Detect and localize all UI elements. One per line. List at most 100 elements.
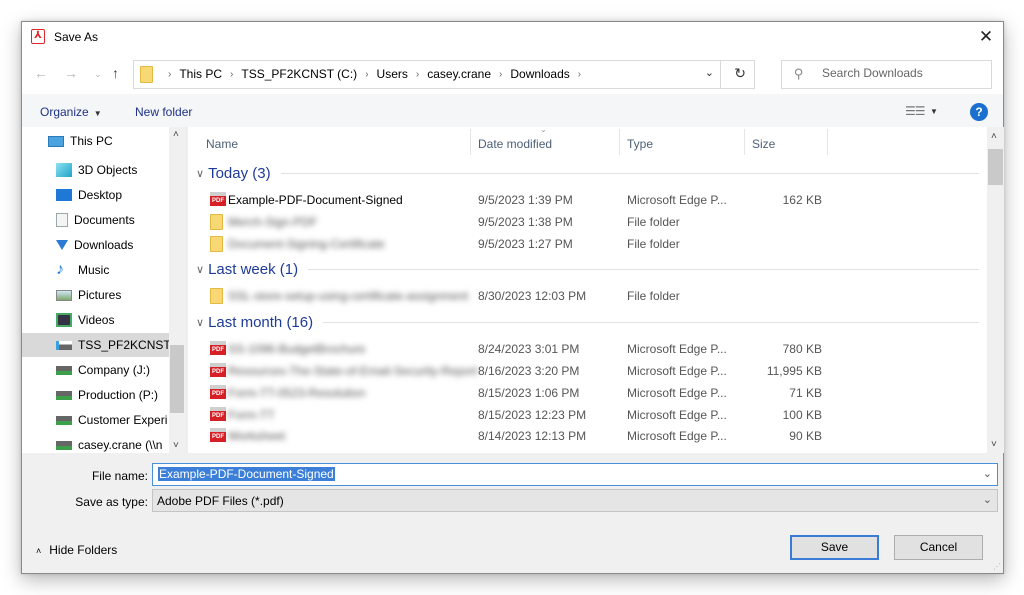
sidebar-item-label: TSS_PF2KCNST (C:) — [78, 338, 169, 352]
scroll-up-icon[interactable]: ˄ — [173, 129, 179, 140]
file-name-input[interactable]: Example-PDF-Document-Signed ⌄ — [152, 463, 998, 486]
column-divider[interactable] — [827, 129, 828, 155]
chevron-down-icon[interactable]: ⌄ — [983, 493, 992, 506]
chevron-right-icon[interactable]: › — [578, 69, 581, 80]
file-row[interactable]: Merch-Sign-PDF 9/5/2023 1:38 PM File folde… — [206, 211, 986, 233]
organize-button[interactable]: Organize ▼ — [40, 105, 102, 119]
group-divider — [281, 173, 979, 174]
chevron-right-icon[interactable]: › — [168, 69, 171, 80]
file-row[interactable]: PDF SS-1096-BudgetBrochure 8/24/2023 3:01 … — [206, 338, 986, 360]
chevron-down-icon[interactable]: ∨ — [196, 263, 204, 276]
file-name: Form-TT — [228, 407, 275, 422]
column-header-name[interactable]: Name — [206, 127, 238, 157]
resize-grip-icon[interactable]: ⋰ — [993, 562, 1001, 571]
chevron-down-icon[interactable]: ⌄ — [983, 467, 992, 480]
column-header-date-modified[interactable]: Date modified — [478, 127, 552, 157]
network-drive-icon — [56, 415, 72, 425]
file-date-modified: 9/5/2023 1:39 PM — [478, 193, 573, 207]
chevron-down-icon[interactable]: ∨ — [196, 316, 204, 329]
scrollbar-thumb[interactable] — [988, 149, 1003, 185]
sidebar-item[interactable]: Desktop — [22, 183, 169, 207]
scroll-up-icon[interactable]: ˄ — [991, 131, 997, 142]
sidebar-item[interactable]: TSS_PF2KCNST (C:) — [22, 333, 169, 357]
documents-icon — [56, 213, 68, 227]
scrollbar-thumb[interactable] — [170, 345, 184, 413]
chevron-right-icon[interactable]: › — [365, 69, 368, 80]
scroll-down-icon[interactable]: ˅ — [173, 440, 179, 451]
refresh-button[interactable]: ↻ — [734, 65, 746, 82]
file-name: Worksheet — [228, 429, 286, 444]
chevron-right-icon[interactable]: › — [230, 69, 233, 80]
recent-locations-button[interactable]: ⌄ — [94, 69, 102, 80]
file-list-scrollbar[interactable]: ˄ ˅ — [987, 127, 1004, 453]
file-row[interactable]: SSL-store-setup-using-certificate-assign… — [206, 285, 986, 307]
sidebar-item-label: Company (J:) — [78, 363, 151, 377]
file-row[interactable]: Document-Signing-Certificate 9/5/2023 1:2… — [206, 233, 986, 255]
sidebar-item[interactable]: Downloads — [22, 233, 169, 257]
file-row[interactable]: PDF Resources-The-State-of-Email-Security… — [206, 360, 986, 382]
breadcrumb-users[interactable]: Users — [377, 67, 408, 81]
sidebar-item[interactable]: This PC — [22, 129, 169, 153]
chevron-down-icon[interactable]: ∨ — [196, 167, 204, 180]
file-row[interactable]: PDF Form-TT-0523-Resolution 8/15/2023 1:06… — [206, 382, 986, 404]
pdf-file-icon: PDF — [210, 428, 226, 443]
save-as-type-select[interactable]: Adobe PDF Files (*.pdf) ⌄ — [152, 489, 998, 512]
close-button[interactable]: ✕ — [975, 26, 997, 48]
breadcrumb-this-pc[interactable]: This PC — [179, 67, 222, 81]
group-header[interactable]: ∨ Last week (1) — [196, 259, 298, 279]
group-label: Today (3) — [208, 164, 271, 182]
sidebar-item-label: Documents — [74, 213, 135, 227]
hide-folders-button[interactable]: ˄ Hide Folders — [36, 543, 117, 557]
file-row[interactable]: PDF Form-TT 8/15/2023 12:23 PM Microsoft Ed… — [206, 404, 986, 426]
sidebar-item[interactable]: Company (J:) — [22, 358, 169, 382]
new-folder-button[interactable]: New folder — [135, 105, 192, 119]
column-divider[interactable] — [744, 129, 745, 155]
sidebar-item[interactable]: ♪ Music — [22, 258, 169, 282]
breadcrumb-user[interactable]: casey.crane — [427, 67, 491, 81]
breadcrumb-downloads[interactable]: Downloads — [510, 67, 569, 81]
view-options-icon[interactable]: ☰☰ — [905, 104, 925, 118]
file-size: 780 KB — [782, 342, 822, 357]
help-button[interactable]: ? — [970, 103, 988, 121]
sidebar-item[interactable]: casey.crane (\\n — [22, 433, 169, 457]
file-date-modified: 8/15/2023 1:06 PM — [478, 385, 580, 400]
chevron-right-icon[interactable]: › — [416, 69, 419, 80]
sidebar-item[interactable]: Customer Experi — [22, 408, 169, 432]
folder-icon — [210, 288, 223, 305]
search-box[interactable]: ⚲ — [781, 60, 992, 89]
column-header-size[interactable]: Size — [752, 127, 775, 157]
address-bar[interactable]: › This PC › TSS_PF2KCNST (C:) › Users › … — [133, 60, 755, 89]
sidebar-item[interactable]: Production (P:) — [22, 383, 169, 407]
column-header-type[interactable]: Type — [627, 127, 653, 157]
file-size: 162 KB — [782, 193, 822, 207]
forward-button[interactable]: → — [64, 65, 78, 81]
cancel-button[interactable]: Cancel — [894, 535, 983, 560]
file-date-modified: 8/30/2023 12:03 PM — [478, 289, 587, 304]
file-row[interactable]: PDF Worksheet 8/14/2023 12:13 PM Microsoft … — [206, 425, 986, 447]
save-as-type-value: Adobe PDF Files (*.pdf) — [157, 494, 284, 508]
group-header[interactable]: ∨ Today (3) — [196, 163, 271, 183]
save-button[interactable]: Save — [790, 535, 879, 560]
address-dropdown-button[interactable]: ⌄ — [705, 66, 714, 79]
breadcrumb-drive[interactable]: TSS_PF2KCNST (C:) — [241, 67, 357, 81]
view-dropdown-icon[interactable]: ▼ — [930, 107, 938, 116]
group-divider — [323, 322, 979, 324]
up-button[interactable]: ↑ — [112, 65, 119, 81]
navigation-pane-scrollbar[interactable]: ˄ ˅ — [169, 127, 186, 453]
file-row[interactable]: PDF Example-PDF-Document-Signed 9/5/2023 1… — [206, 189, 986, 211]
sidebar-item[interactable]: Videos — [22, 308, 169, 332]
file-name-value[interactable]: Example-PDF-Document-Signed — [158, 467, 335, 481]
sidebar-item[interactable]: 3D Objects — [22, 158, 169, 182]
group-header[interactable]: ∨ Last month (16) — [196, 312, 313, 332]
navigation-row: ← → ⌄ ↑ › This PC › TSS_PF2KCNST (C:) › … — [22, 52, 1003, 94]
search-input[interactable] — [822, 66, 982, 80]
column-divider[interactable] — [619, 129, 620, 155]
toolbar: Organize ▼ New folder ☰☰ ▼ ? — [22, 94, 1003, 127]
sidebar-item-label: Downloads — [74, 238, 134, 252]
chevron-right-icon[interactable]: › — [499, 69, 502, 80]
column-divider[interactable] — [470, 129, 471, 155]
sidebar-item[interactable]: Documents — [22, 208, 169, 232]
back-button[interactable]: ← — [34, 65, 48, 81]
sidebar-item[interactable]: Pictures — [22, 283, 169, 307]
scroll-down-icon[interactable]: ˅ — [991, 439, 997, 450]
